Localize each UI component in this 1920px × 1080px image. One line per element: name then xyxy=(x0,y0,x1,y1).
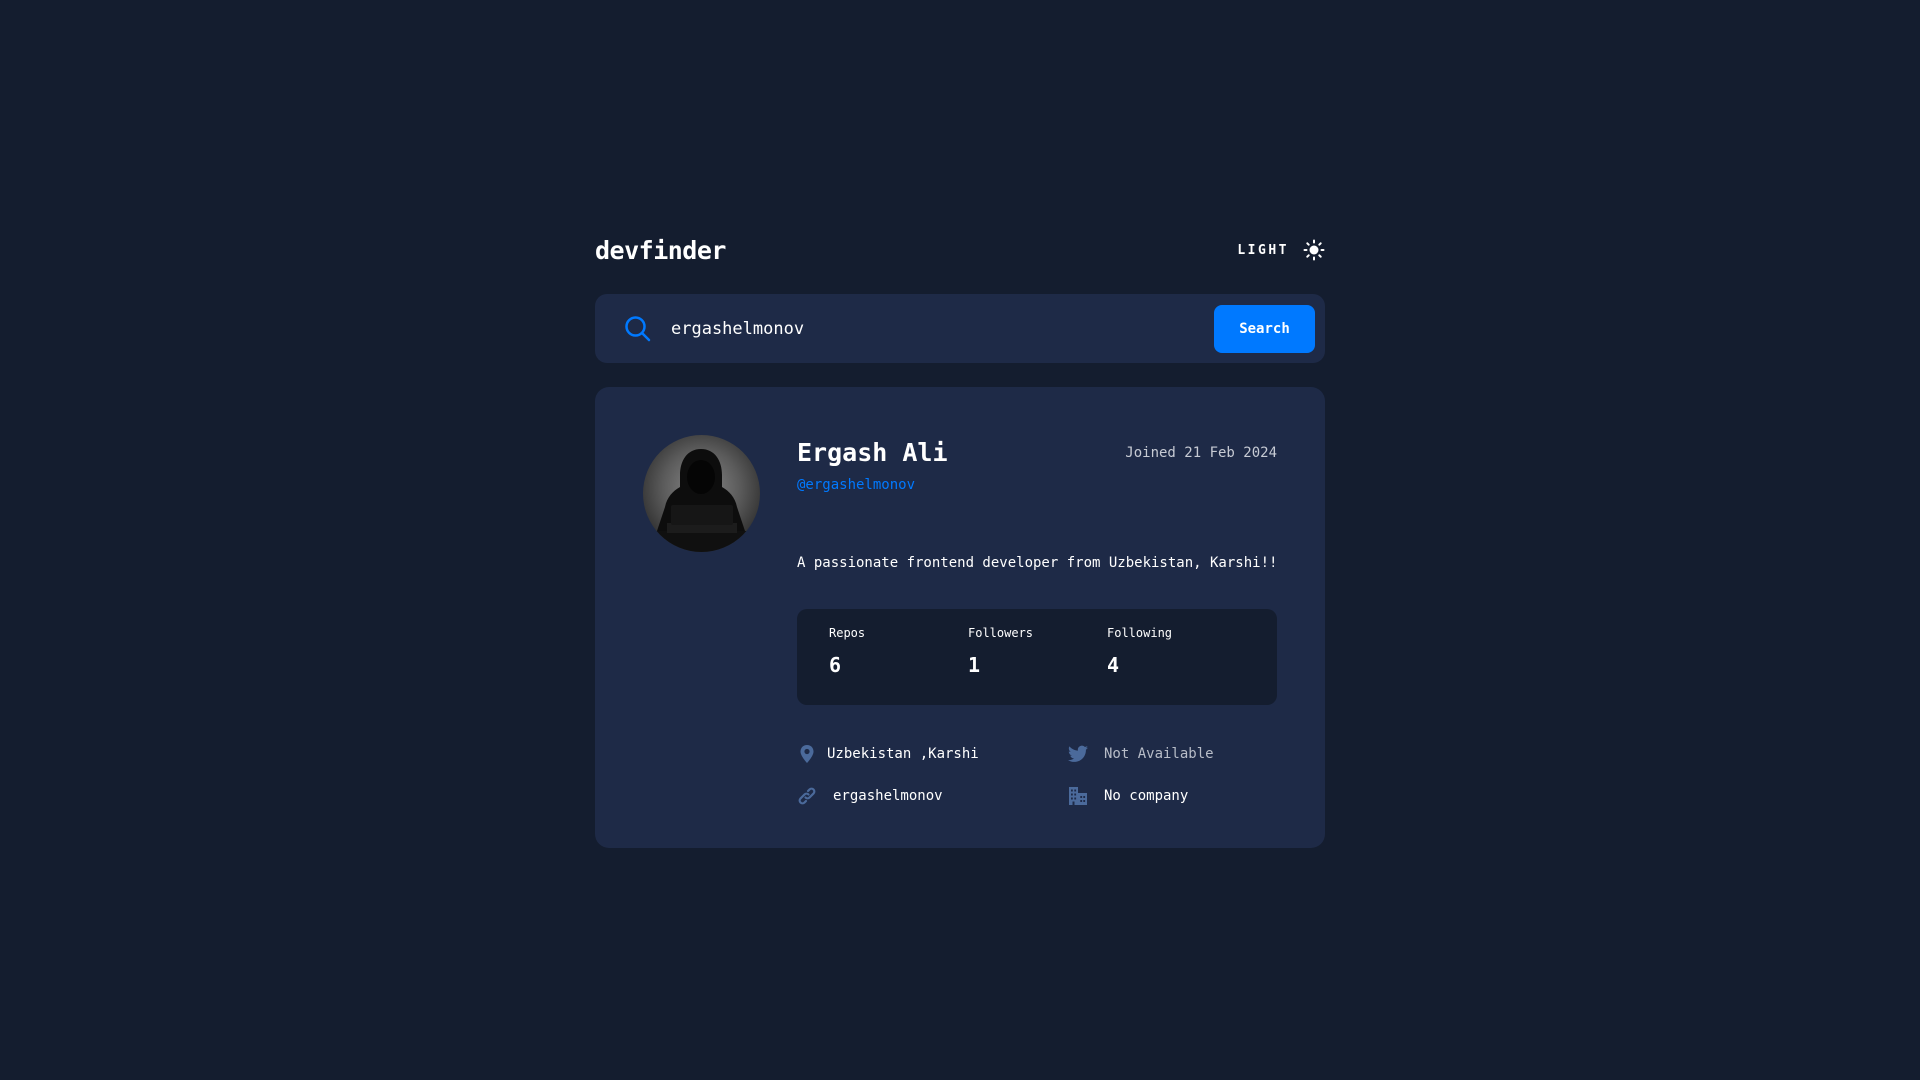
search-input[interactable] xyxy=(671,318,1214,339)
theme-toggle-label: LIGHT xyxy=(1237,242,1289,258)
website-link[interactable]: ergashelmonov xyxy=(833,788,943,804)
stats-panel: Repos 6 Followers 1 Following 4 xyxy=(797,609,1277,705)
joined-date: Joined 21 Feb 2024 xyxy=(1125,445,1277,461)
stat-value: 6 xyxy=(829,653,842,677)
twitter-item: Not Available xyxy=(1068,744,1214,764)
app-logo: devfinder xyxy=(595,235,726,265)
location-pin-icon xyxy=(800,745,814,763)
website-item[interactable]: ergashelmonov xyxy=(797,786,1068,806)
devfinder-app: devfinder LIGHT ergashelmonov Search Erg… xyxy=(595,232,1325,848)
profile-links: Uzbekistan ,Karshi Not Available ergashe… xyxy=(797,733,1277,817)
twitter-text: Not Available xyxy=(1104,746,1214,762)
profile-bio: A passionate frontend developer from Uzb… xyxy=(797,555,1278,571)
sun-icon xyxy=(1303,239,1325,261)
links-row: ergashelmonov No company xyxy=(797,775,1277,817)
location-text: Uzbekistan ,Karshi xyxy=(827,746,979,762)
profile-login-link[interactable]: @ergashelmonov xyxy=(797,477,915,493)
links-row: Uzbekistan ,Karshi Not Available xyxy=(797,733,1277,775)
link-icon xyxy=(798,787,816,805)
header: devfinder LIGHT xyxy=(595,232,1325,268)
stat-label: Following xyxy=(1107,626,1173,640)
theme-toggle[interactable]: LIGHT xyxy=(1237,239,1325,261)
search-button[interactable]: Search xyxy=(1214,304,1315,353)
twitter-icon xyxy=(1068,745,1088,762)
building-icon xyxy=(1069,787,1087,805)
avatar xyxy=(643,435,760,552)
profile-name: Ergash Ali xyxy=(797,438,948,467)
stat-repos: Repos 6 xyxy=(829,626,968,705)
location-item: Uzbekistan ,Karshi xyxy=(797,744,1068,764)
stat-value: 1 xyxy=(968,653,981,677)
stat-followers: Followers 1 xyxy=(968,626,1107,705)
profile-card: Ergash Ali @ergashelmonov Joined 21 Feb … xyxy=(595,387,1325,848)
company-text: No company xyxy=(1104,788,1189,804)
company-item: No company xyxy=(1068,786,1188,806)
search-bar: Search xyxy=(595,294,1325,363)
search-icon xyxy=(625,316,651,342)
stat-following: Following 4 xyxy=(1107,626,1246,705)
stat-label: Repos xyxy=(829,626,866,640)
stat-value: 4 xyxy=(1107,653,1120,677)
stat-label: Followers xyxy=(968,626,1034,640)
